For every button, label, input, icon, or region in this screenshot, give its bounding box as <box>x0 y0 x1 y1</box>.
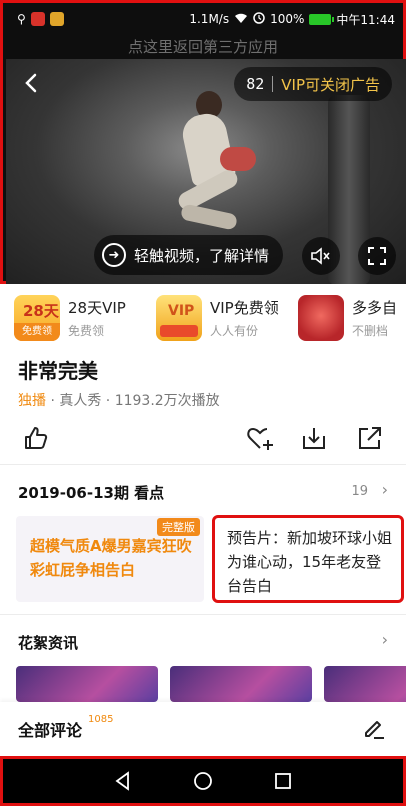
share-button[interactable] <box>356 424 386 454</box>
home-nav-button[interactable] <box>190 768 216 794</box>
mute-button[interactable] <box>302 237 340 275</box>
chevron-right-icon[interactable]: › <box>382 630 388 649</box>
divider <box>0 614 406 615</box>
promo-item-game[interactable]: 多多自 不删档 <box>284 292 406 344</box>
episode-count: 19 <box>351 484 368 499</box>
fighter-leg-2 <box>179 203 239 231</box>
promo-title: 多多自 <box>352 299 398 317</box>
exclusive-badge: 独播 <box>18 393 46 409</box>
learn-more-label: 轻触视频，了解详情 <box>134 246 270 265</box>
heart-plus-icon <box>247 427 273 450</box>
return-banner[interactable]: 点这里返回第三方应用 <box>3 35 403 59</box>
vip-ticket-ribbon <box>160 325 198 337</box>
thumbs-up-icon <box>25 427 48 449</box>
like-button[interactable] <box>22 424 52 454</box>
comments-bar[interactable]: 全部评论 1085 <box>0 702 406 754</box>
news-thumbnails <box>16 666 406 702</box>
promo-row: 免费领 28天 28天VIP 免费领 VIP VIP免费领 人人有份 多多自 不… <box>0 292 406 344</box>
promo-thumb-number: 28天 <box>23 302 59 320</box>
back-button[interactable] <box>18 69 46 97</box>
highlight-card[interactable]: 完整版 超模气质A爆男嘉宾狂吹彩虹屁争相告白 <box>16 516 204 602</box>
fullscreen-icon <box>368 247 386 265</box>
square-recents-icon <box>275 773 291 789</box>
news-section-title: 花絮资讯 <box>18 634 79 652</box>
pencil-icon <box>365 721 384 739</box>
show-meta-details: · 真人秀 · 1193.2万次播放 <box>46 393 220 409</box>
vip-ticket-label: VIP <box>168 303 195 319</box>
news-thumbnail[interactable] <box>16 666 158 702</box>
usb-icon: ⚲ <box>17 12 26 26</box>
recents-nav-button[interactable] <box>270 768 296 794</box>
game-character-icon <box>298 295 344 341</box>
network-speed: 1.1M/s <box>189 12 230 26</box>
all-comments-label: 全部评论 <box>18 721 83 740</box>
status-bar: ⚲ 1.1M/s 100% 中午11:44 <box>3 3 403 35</box>
news-thumbnail[interactable] <box>170 666 312 702</box>
clock: 中午11:44 <box>336 12 395 27</box>
episode-section-title: 2019-06-13期 看点 <box>18 484 165 502</box>
video-player[interactable]: 82 VIP可关闭广告 ➜ 轻触视频，了解详情 <box>6 59 406 284</box>
news-thumbnail[interactable] <box>324 666 406 702</box>
download-icon <box>303 428 325 449</box>
app-notification-icon <box>30 12 45 26</box>
app-frame: ⚲ 1.1M/s 100% 中午11:44 点这里返回第三方应用 82 VIP可… <box>0 0 406 806</box>
divider <box>272 76 274 92</box>
system-nav-bar <box>0 756 406 806</box>
promo-thumb-gift-icon: 免费领 28天 <box>14 295 60 341</box>
boxing-glove <box>220 147 256 171</box>
promo-title: VIP免费领 <box>210 299 279 317</box>
triangle-back-icon <box>115 771 129 791</box>
battery-icon <box>309 13 335 25</box>
mute-icon <box>311 247 330 265</box>
chevron-right-icon[interactable]: › <box>382 480 388 499</box>
download-button[interactable] <box>300 424 330 454</box>
action-bar <box>0 424 406 454</box>
circle-home-icon <box>194 772 212 790</box>
show-meta: 独播 · 真人秀 · 1193.2万次播放 <box>18 390 220 410</box>
back-nav-button[interactable] <box>110 768 136 794</box>
divider <box>0 464 406 465</box>
highlight-text: 超模气质A爆男嘉宾狂吹彩虹屁争相告白 <box>30 537 192 579</box>
preview-card[interactable]: 预告片：新加坡环球小姐为谁心动，15年老友登台告白 <box>212 515 404 603</box>
comments-count: 1085 <box>88 714 114 725</box>
alarm-icon <box>253 11 265 27</box>
promo-item-vip-free[interactable]: VIP VIP免费领 人人有份 <box>142 292 284 344</box>
status-right: 1.1M/s 100% 中午11:44 <box>189 11 395 28</box>
ad-countdown: 82 <box>246 75 265 93</box>
battery-percent: 100% <box>270 12 305 26</box>
promo-subtitle: 不删档 <box>352 324 389 338</box>
write-comment-button[interactable] <box>362 716 386 740</box>
promo-subtitle: 免费领 <box>68 324 105 338</box>
vip-close-ad-button[interactable]: 82 VIP可关闭广告 <box>234 67 392 101</box>
promo-item-28day-vip[interactable]: 免费领 28天 28天VIP 免费领 <box>0 292 142 344</box>
preview-text: 预告片：新加坡环球小姐为谁心动，15年老友登台告白 <box>227 529 393 595</box>
show-title: 非常完美 <box>18 359 98 383</box>
wifi-icon <box>234 12 248 27</box>
promo-title: 28天VIP <box>68 299 126 317</box>
arrow-right-circle-icon: ➜ <box>102 243 126 267</box>
promo-subtitle: 人人有份 <box>210 324 259 338</box>
video-region: ⚲ 1.1M/s 100% 中午11:44 点这里返回第三方应用 82 VIP可… <box>0 0 406 284</box>
vip-close-ad-label: VIP可关闭广告 <box>281 75 380 94</box>
promo-thumb-label: 免费领 <box>14 323 60 341</box>
fullscreen-button[interactable] <box>358 237 396 275</box>
learn-more-button[interactable]: ➜ 轻触视频，了解详情 <box>94 235 284 275</box>
back-arrow-icon <box>25 73 37 93</box>
favorite-button[interactable] <box>246 424 276 454</box>
app-notification-icon-2 <box>49 12 64 26</box>
status-left-icons: ⚲ <box>17 12 64 26</box>
vip-ticket-icon: VIP <box>156 295 202 341</box>
share-icon <box>359 427 381 449</box>
